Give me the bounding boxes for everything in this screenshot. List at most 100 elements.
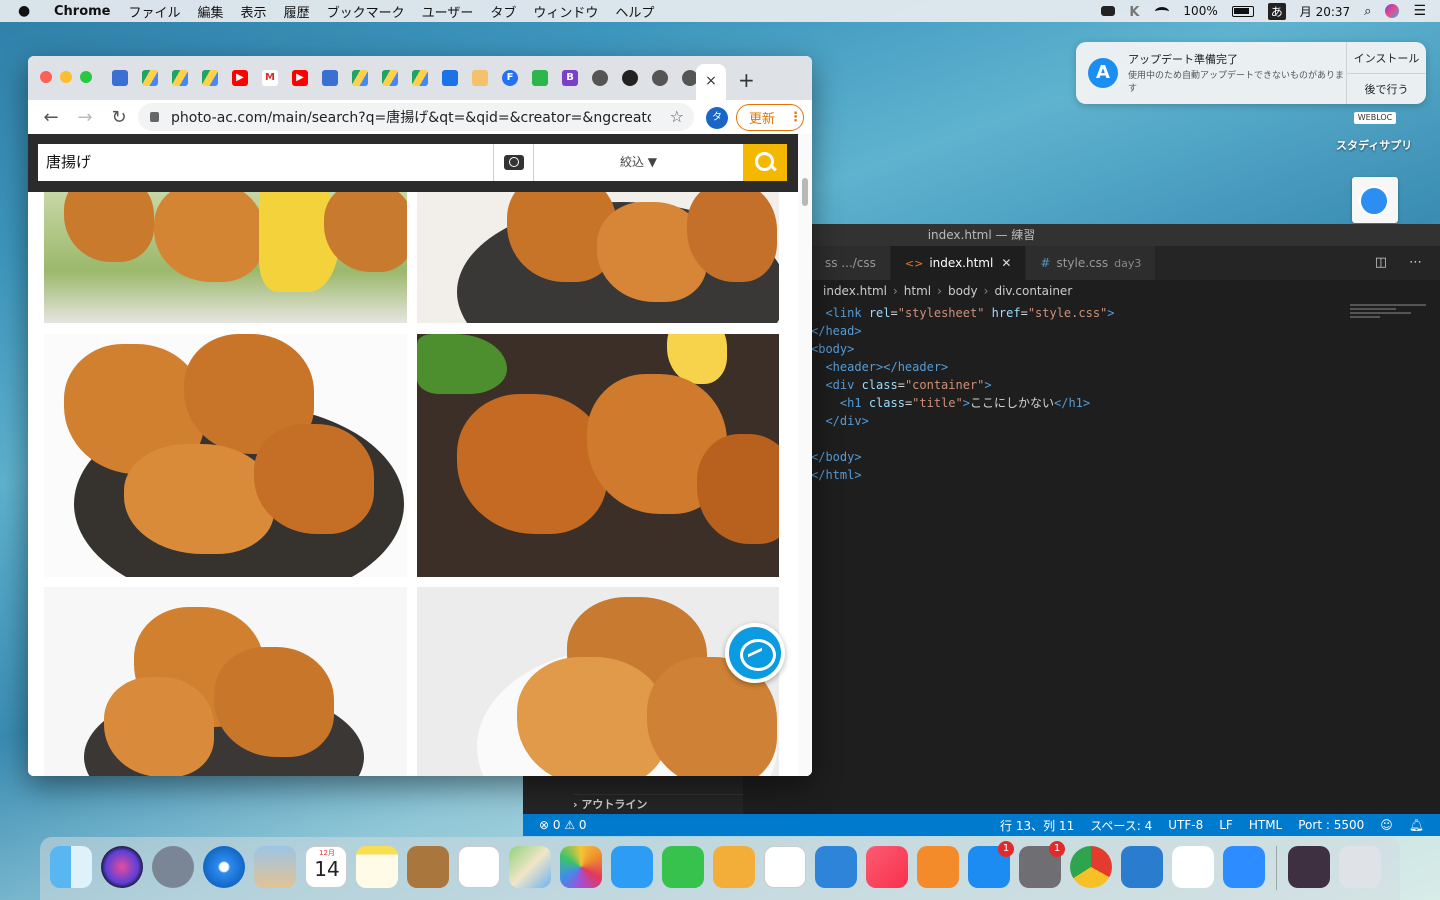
tab-favicon[interactable] — [472, 70, 488, 86]
books-icon[interactable] — [917, 846, 959, 888]
active-tab-close[interactable]: × — [696, 64, 726, 100]
tab-style-css[interactable]: # style.css day3 — [1026, 246, 1157, 280]
numbers-icon[interactable] — [764, 846, 806, 888]
more-actions-icon[interactable]: ⋯ — [1409, 255, 1422, 270]
facetime-icon[interactable] — [662, 846, 704, 888]
drive-tab-icon[interactable] — [202, 70, 218, 86]
youtube-tab-icon[interactable]: ▶ — [232, 70, 248, 86]
close-tab-icon[interactable]: ✕ — [1001, 256, 1011, 270]
tab-favicon[interactable]: B — [562, 70, 578, 86]
menu-view[interactable]: 表示 — [241, 2, 267, 21]
music-icon[interactable] — [866, 846, 908, 888]
tab-favicon[interactable] — [532, 70, 548, 86]
bell-icon[interactable]: 🔔︎ — [1409, 818, 1424, 832]
camera-search-icon[interactable] — [493, 144, 533, 181]
page-scrollbar[interactable] — [798, 134, 812, 776]
later-button[interactable]: 後で行う — [1347, 73, 1426, 104]
search-button[interactable] — [743, 144, 787, 181]
tab-favicon[interactable] — [112, 70, 128, 86]
system-preferences-icon[interactable]: 1 — [1019, 841, 1065, 888]
menu-app-name[interactable]: Chrome — [54, 4, 111, 19]
menu-tab[interactable]: タブ — [490, 2, 516, 21]
gmail-tab-icon[interactable]: M — [262, 70, 278, 86]
messenger-chat-icon[interactable] — [725, 623, 785, 683]
search-input[interactable]: 唐揚げ — [38, 144, 493, 181]
globe-tab-icon[interactable] — [652, 70, 668, 86]
photo-thumbnail[interactable] — [417, 587, 779, 776]
live-server-port[interactable]: Port : 5500 — [1298, 818, 1364, 832]
photo-thumbnail[interactable] — [417, 192, 779, 323]
forward-icon[interactable]: → — [74, 107, 96, 128]
url-text[interactable]: photo-ac.com/main/search?q=唐揚げ&qt=&qid=&… — [171, 107, 651, 127]
photo-thumbnail[interactable] — [44, 334, 407, 577]
reload-icon[interactable]: ↻ — [108, 107, 130, 128]
siri-icon[interactable] — [1385, 4, 1400, 18]
close-window-button[interactable] — [40, 71, 52, 83]
launchpad-icon[interactable] — [152, 846, 194, 888]
bookmark-star-icon[interactable]: ☆ — [670, 107, 684, 126]
indentation[interactable]: スペース: 4 — [1090, 817, 1152, 834]
tab-favicon[interactable] — [442, 70, 458, 86]
back-icon[interactable]: ← — [40, 107, 62, 128]
chrome-update-button[interactable]: 更新 ⋮ — [736, 104, 804, 131]
spotlight-icon[interactable]: ⌕ — [1364, 4, 1371, 19]
menu-people[interactable]: ユーザー — [422, 2, 474, 21]
notification-center-icon[interactable]: ☰ — [1413, 3, 1426, 19]
input-mode-indicator[interactable]: あ — [1267, 2, 1286, 20]
downloads-stack-icon[interactable] — [1288, 846, 1330, 888]
messages-icon[interactable] — [611, 846, 653, 888]
wifi-icon[interactable] — [1155, 6, 1170, 16]
tab-favicon[interactable]: F — [502, 70, 518, 86]
language-mode[interactable]: HTML — [1249, 818, 1282, 832]
reminders-icon[interactable] — [458, 846, 500, 888]
menu-file[interactable]: ファイル — [129, 2, 181, 21]
drive-tab-icon[interactable] — [352, 70, 368, 86]
code-editor[interactable]: <link rel="stylesheet" href="style.css">… — [811, 304, 1115, 484]
filter-dropdown[interactable]: 絞込 ▼ — [533, 144, 743, 181]
menu-edit[interactable]: 編集 — [198, 2, 224, 21]
minimize-window-button[interactable] — [60, 71, 72, 83]
safari-icon[interactable] — [203, 846, 245, 888]
webloc-file-tag[interactable]: WEBLOC — [1354, 112, 1396, 124]
menu-history[interactable]: 履歴 — [284, 2, 310, 21]
youtube-tab-icon[interactable]: ▶ — [292, 70, 308, 86]
outline-section[interactable]: › アウトライン — [573, 794, 743, 814]
k-status-icon[interactable]: K — [1129, 5, 1141, 20]
app-store-icon[interactable]: 1 — [968, 841, 1014, 888]
drive-tab-icon[interactable] — [142, 70, 158, 86]
kebab-menu-icon[interactable]: ⋮ — [789, 110, 802, 125]
github-tab-icon[interactable] — [622, 70, 638, 86]
encoding[interactable]: UTF-8 — [1168, 818, 1203, 832]
menu-help[interactable]: ヘルプ — [615, 2, 654, 21]
trash-icon[interactable] — [1339, 846, 1381, 888]
problems-indicator[interactable]: ⊗ 0 ⚠ 0 — [539, 818, 587, 832]
lock-icon[interactable] — [150, 112, 159, 122]
pages-icon[interactable] — [713, 846, 755, 888]
siri-icon[interactable] — [101, 846, 143, 888]
zoom-icon[interactable] — [1223, 846, 1265, 888]
vscode-icon[interactable] — [1121, 846, 1163, 888]
photos-icon[interactable] — [560, 846, 602, 888]
breadcrumb-file[interactable]: index.html — [823, 280, 887, 302]
tab-css-folder[interactable]: ss .../css — [811, 246, 891, 280]
contacts-icon[interactable] — [407, 846, 449, 888]
feedback-icon[interactable]: ☺ — [1380, 818, 1393, 832]
safari-webloc-icon[interactable] — [1352, 177, 1398, 223]
tab-favicon[interactable] — [322, 70, 338, 86]
photo-thumbnail[interactable] — [44, 587, 407, 776]
update-notification[interactable]: A アップデート準備完了 使用中のため自動アップデートできないものがあります イ… — [1076, 42, 1426, 104]
cursor-position[interactable]: 行 13、列 11 — [1000, 817, 1074, 834]
zoom-status-icon[interactable] — [1101, 6, 1116, 16]
install-button[interactable]: インストール — [1347, 42, 1426, 73]
chrome-icon[interactable] — [1070, 846, 1112, 888]
scrollbar-thumb[interactable] — [802, 178, 808, 206]
slack-icon[interactable] — [1172, 846, 1214, 888]
photo-thumbnail[interactable] — [417, 334, 779, 577]
globe-tab-icon[interactable] — [592, 70, 608, 86]
calendar-icon[interactable]: 12月 14 — [305, 846, 347, 888]
new-tab-button[interactable]: + — [738, 68, 755, 92]
drive-tab-icon[interactable] — [412, 70, 428, 86]
profile-avatar[interactable]: タ — [706, 107, 728, 129]
photo-thumbnail[interactable] — [44, 192, 407, 323]
split-editor-icon[interactable]: ◫ — [1375, 255, 1387, 270]
